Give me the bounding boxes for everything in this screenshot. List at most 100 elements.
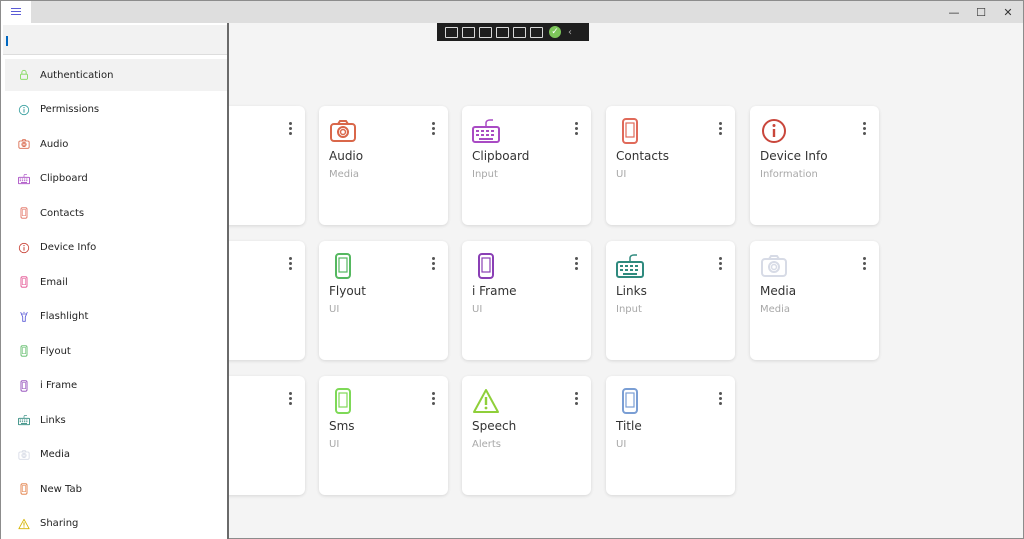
menu-item-label: Audio — [40, 138, 69, 150]
feature-card[interactable]: Device Info Information — [750, 106, 879, 225]
more-options-icon[interactable] — [289, 257, 293, 271]
card-subtitle: Media — [760, 304, 791, 315]
card-subtitle: Information — [760, 169, 818, 180]
menu-item-clipboard[interactable]: Clipboard — [5, 163, 227, 195]
more-options-icon[interactable] — [432, 257, 436, 271]
hamburger-menu-button[interactable] — [1, 1, 31, 23]
info-icon — [760, 118, 788, 144]
card-subtitle: Alerts — [472, 439, 502, 450]
card-title: Flyout — [329, 284, 366, 298]
card-title: Media — [760, 284, 797, 298]
phone-icon — [329, 388, 357, 414]
feature-card[interactable]: Speech Alerts — [462, 376, 591, 495]
feature-card[interactable]: Flyout UI — [319, 241, 448, 360]
phone-icon — [329, 253, 357, 279]
keyboard-icon — [616, 253, 644, 279]
phone-icon — [472, 253, 500, 279]
more-options-icon[interactable] — [432, 392, 436, 406]
feature-card[interactable]: Contacts UI — [606, 106, 735, 225]
feature-card[interactable]: Clipboard Input — [462, 106, 591, 225]
card-title: Contacts — [616, 149, 669, 163]
card-subtitle: UI — [472, 304, 483, 315]
phone-icon — [18, 483, 30, 495]
card-title: Sms — [329, 419, 355, 433]
menu-item-device-info[interactable]: Device Info — [5, 232, 227, 264]
menu-item-label: i Frame — [40, 380, 78, 391]
menu-item-label: Device Info — [40, 242, 97, 253]
card-title: i Frame — [472, 284, 517, 298]
menu-item-sharing[interactable]: Sharing — [5, 508, 227, 539]
phone-icon — [616, 118, 644, 144]
card-subtitle: Media — [329, 169, 360, 180]
menu-item-label: Links — [40, 414, 66, 426]
feature-card[interactable]: Title UI — [606, 376, 735, 495]
close-button[interactable]: ✕ — [985, 1, 1024, 23]
hot-reload-icon[interactable] — [530, 26, 543, 38]
card-subtitle: Input — [472, 169, 498, 180]
close-icon: ✕ — [1003, 5, 1013, 19]
more-options-icon[interactable] — [719, 257, 723, 271]
menu-item-audio[interactable]: Audio — [5, 128, 227, 160]
feature-card[interactable]: Links Input — [606, 241, 735, 360]
app-window: — ☐ ✕ ✓ ‹ onsnsAudioMediaClipboardInputC… — [0, 0, 1024, 539]
warning-icon — [18, 518, 30, 530]
hamburger-line — [11, 11, 21, 12]
status-ok-icon[interactable]: ✓ — [549, 26, 561, 38]
more-options-icon[interactable] — [575, 122, 579, 136]
feature-card[interactable]: i Frame UI — [462, 241, 591, 360]
more-options-icon[interactable] — [289, 392, 293, 406]
phone-icon — [18, 379, 30, 392]
more-options-icon[interactable] — [575, 392, 579, 406]
card-subtitle: UI — [329, 304, 340, 315]
menu-item-authentication[interactable]: Authentication — [5, 59, 227, 91]
record-icon[interactable] — [462, 26, 475, 38]
display-layout-icon[interactable] — [496, 26, 509, 38]
phone-icon — [18, 207, 30, 219]
keyboard-icon — [472, 118, 500, 144]
card-subtitle: UI — [329, 439, 340, 450]
warning-icon — [472, 388, 500, 414]
camera-icon — [760, 253, 788, 279]
search-input[interactable] — [3, 25, 227, 55]
menu-item-label: Email — [40, 276, 68, 288]
menu-item-media[interactable]: Media — [5, 439, 227, 471]
debug-toolbar: ✓ ‹ — [437, 23, 589, 41]
feature-card[interactable]: Sms UI — [319, 376, 448, 495]
phone-icon — [18, 276, 30, 288]
camera-icon — [18, 449, 30, 461]
card-subtitle: UI — [616, 439, 627, 450]
menu-item-label: Clipboard — [40, 173, 88, 184]
more-options-icon[interactable] — [863, 257, 867, 271]
card-title: Title — [616, 419, 642, 433]
menu-item-label: Sharing — [40, 518, 79, 529]
more-options-icon[interactable] — [575, 257, 579, 271]
card-subtitle: Input — [616, 304, 642, 315]
live-visual-tree-icon[interactable] — [445, 26, 458, 38]
card-title: Links — [616, 284, 647, 298]
collapse-chevron-icon[interactable]: ‹ — [568, 27, 572, 38]
menu-item-links[interactable]: Links — [5, 404, 227, 436]
menu-item-flashlight[interactable]: Flashlight — [5, 301, 227, 333]
more-options-icon[interactable] — [719, 122, 723, 136]
phone-icon — [18, 345, 30, 357]
info-icon — [18, 104, 30, 116]
menu-item-permissions[interactable]: Permissions — [5, 94, 227, 126]
more-options-icon[interactable] — [432, 122, 436, 136]
more-options-icon[interactable] — [289, 122, 293, 136]
feature-card[interactable]: Audio Media — [319, 106, 448, 225]
flyout-menu: Authentication Permissions Audio Clipboard C… — [1, 23, 229, 539]
menu-item-i-frame[interactable]: i Frame — [5, 370, 227, 402]
more-options-icon[interactable] — [719, 392, 723, 406]
menu-item-label: Contacts — [40, 207, 85, 219]
card-title: Device Info — [760, 149, 828, 163]
menu-item-email[interactable]: Email — [5, 266, 227, 298]
camera-icon — [329, 118, 357, 144]
menu-item-contacts[interactable]: Contacts — [5, 197, 227, 229]
menu-item-flyout[interactable]: Flyout — [5, 335, 227, 367]
menu-item-label: New Tab — [40, 483, 82, 495]
select-element-icon[interactable] — [479, 26, 492, 38]
track-focus-icon[interactable] — [513, 26, 526, 38]
feature-card[interactable]: Media Media — [750, 241, 879, 360]
more-options-icon[interactable] — [863, 122, 867, 136]
menu-item-new-tab[interactable]: New Tab — [5, 473, 227, 505]
